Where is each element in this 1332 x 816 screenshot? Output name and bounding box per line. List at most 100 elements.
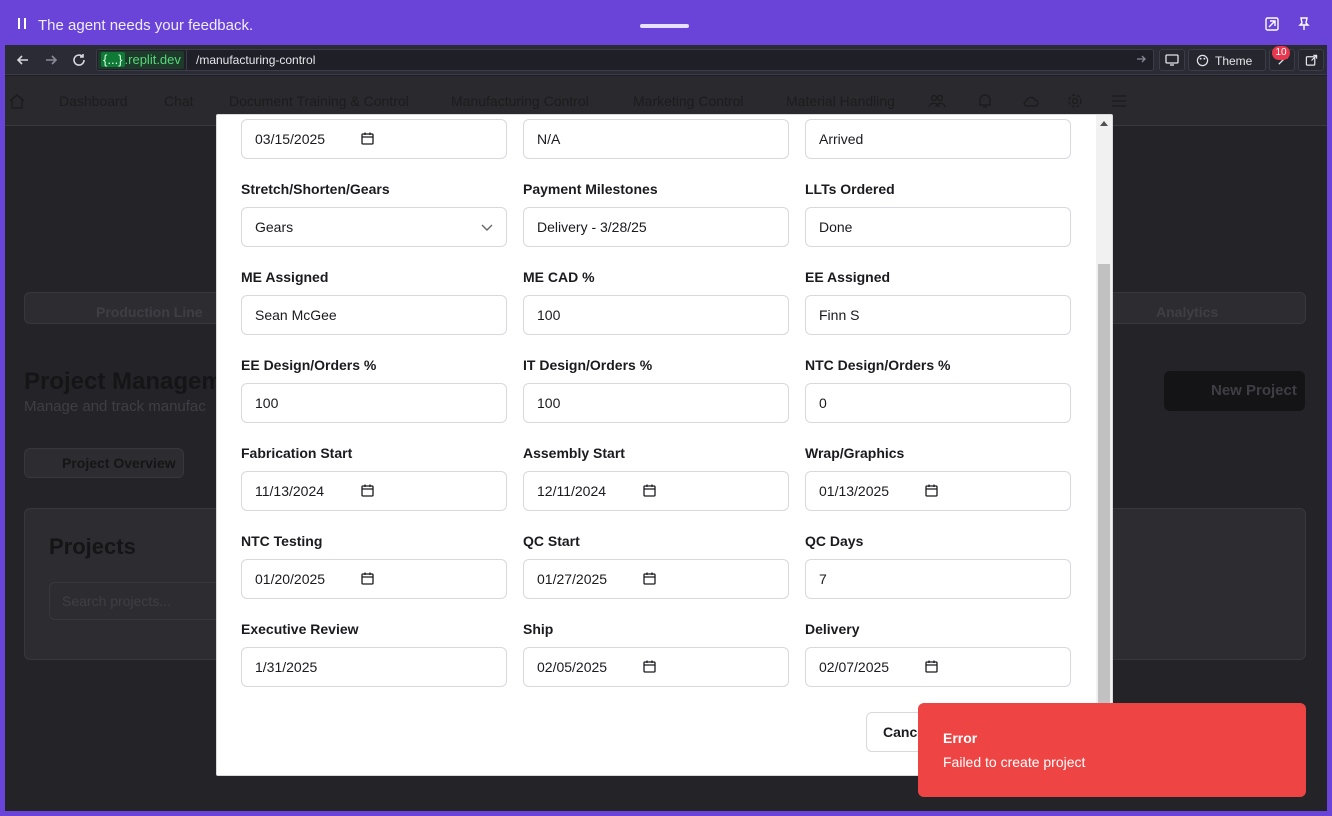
field-value: 03/15/2025 (255, 131, 326, 147)
arrow-right-icon[interactable] (1135, 53, 1147, 65)
subtab-project-overview[interactable]: Project Overview (62, 455, 176, 471)
field-value: 01/20/2025 (255, 571, 326, 587)
drag-handle[interactable] (640, 24, 689, 28)
field-value: 100 (255, 395, 279, 411)
theme-label: Theme (1215, 54, 1253, 68)
search-placeholder: Search projects... (62, 593, 171, 609)
nav-material-handling[interactable]: Material Handling (786, 93, 895, 109)
ship-date[interactable]: 02/05/2025 (523, 647, 789, 687)
calendar-icon[interactable] (925, 660, 938, 673)
label-ntc-design-orders: NTC Design/Orders % (805, 357, 951, 373)
me-assigned-input[interactable]: Sean McGee (241, 295, 507, 335)
field-value: Done (819, 219, 853, 235)
qc-days-input[interactable]: 7 (805, 559, 1071, 599)
nav-dashboard[interactable]: Dashboard (59, 93, 128, 109)
label-assembly-start: Assembly Start (523, 445, 625, 461)
url-host-braces: {...} (101, 52, 125, 67)
error-toast[interactable]: Error Failed to create project (918, 703, 1306, 797)
devices-button[interactable] (1159, 49, 1185, 71)
ee-design-orders-input[interactable]: 100 (241, 383, 507, 423)
pin-icon[interactable] (1296, 16, 1312, 32)
field-value: 01/13/2025 (819, 483, 890, 499)
ee-assigned-input[interactable]: Finn S (805, 295, 1071, 335)
url-host: {...} .replit.dev (98, 51, 184, 69)
text-field-top-3[interactable]: Arrived (805, 119, 1071, 159)
field-value: 02/07/2025 (819, 659, 890, 675)
open-new-tab-button[interactable] (1298, 49, 1324, 71)
agent-feedback-bar: The agent needs your feedback. (0, 0, 1332, 45)
label-executive-review: Executive Review (241, 621, 359, 637)
cloud-icon[interactable] (1022, 92, 1040, 110)
field-value: 11/13/2024 (255, 483, 325, 499)
payment-milestones-input[interactable]: Delivery - 3/28/25 (523, 207, 789, 247)
llts-ordered-input[interactable]: Done (805, 207, 1071, 247)
calendar-icon[interactable] (361, 484, 374, 497)
ntc-testing-date[interactable]: 01/20/2025 (241, 559, 507, 599)
ntc-design-orders-input[interactable]: 0 (805, 383, 1071, 423)
label-it-design-orders: IT Design/Orders % (523, 357, 653, 373)
label-wrap-graphics: Wrap/Graphics (805, 445, 905, 461)
delivery-date[interactable]: 02/07/2025 (805, 647, 1071, 687)
new-project-button[interactable]: New Project (1164, 371, 1305, 411)
pause-icon[interactable] (18, 18, 26, 29)
date-field-top-1[interactable]: 03/15/2025 (241, 119, 507, 159)
home-icon[interactable] (8, 92, 26, 110)
field-value: 7 (819, 571, 827, 587)
collapse-icon[interactable] (1264, 16, 1280, 32)
users-icon[interactable] (928, 92, 946, 110)
label-qc-start: QC Start (523, 533, 580, 549)
fabrication-start-date[interactable]: 11/13/2024 (241, 471, 507, 511)
monitor-icon (1165, 54, 1179, 66)
calendar-icon[interactable] (361, 132, 374, 145)
wrap-graphics-date[interactable]: 01/13/2025 (805, 471, 1071, 511)
assembly-start-date[interactable]: 12/11/2024 (523, 471, 789, 511)
menu-icon[interactable] (1110, 92, 1128, 110)
it-design-orders-input[interactable]: 100 (523, 383, 789, 423)
field-value: Delivery - 3/28/25 (537, 219, 647, 235)
field-value: N/A (537, 131, 561, 147)
scrollbar-thumb[interactable] (1098, 264, 1110, 704)
feedback-message: The agent needs your feedback. (38, 17, 254, 34)
scroll-up-icon[interactable] (1100, 121, 1108, 126)
field-value: Arrived (819, 131, 864, 147)
nav-manufacturing-control[interactable]: Manufacturing Control (451, 93, 589, 109)
calendar-icon[interactable] (361, 572, 374, 585)
label-stretch-shorten-gears: Stretch/Shorten/Gears (241, 181, 390, 197)
field-value: 12/11/2024 (537, 483, 607, 499)
tab-production-line[interactable]: Production Line (96, 304, 203, 320)
calendar-icon[interactable] (643, 660, 656, 673)
toast-title: Error (943, 730, 978, 746)
nav-document-training[interactable]: Document Training & Control (229, 93, 409, 109)
me-cad-input[interactable]: 100 (523, 295, 789, 335)
executive-review-input[interactable]: 1/31/2025 (241, 647, 507, 687)
field-value: 100 (537, 395, 561, 411)
field-value: 02/05/2025 (537, 659, 608, 675)
label-me-assigned: ME Assigned (241, 269, 329, 285)
reload-icon[interactable] (71, 52, 87, 68)
nav-chat[interactable]: Chat (164, 93, 194, 109)
back-icon[interactable] (15, 52, 31, 68)
tab-analytics[interactable]: Analytics (1156, 304, 1218, 320)
dialog-scrollbar[interactable] (1096, 115, 1112, 775)
forward-icon[interactable] (43, 52, 59, 68)
url-path: /manufacturing-control (196, 53, 316, 67)
gear-icon[interactable] (1066, 92, 1084, 110)
new-project-dialog: 03/15/2025 N/A Arrived Stretch/Shorten/G… (216, 114, 1113, 776)
notification-badge: 10 (1272, 46, 1290, 60)
nav-marketing-control[interactable]: Marketing Control (633, 93, 744, 109)
label-ee-assigned: EE Assigned (805, 269, 891, 285)
field-value: 01/27/2025 (537, 571, 608, 587)
projects-title: Projects (49, 534, 136, 559)
calendar-icon[interactable] (643, 484, 656, 497)
calendar-icon[interactable] (925, 484, 938, 497)
text-field-top-2[interactable]: N/A (523, 119, 789, 159)
theme-button[interactable]: Theme (1188, 49, 1266, 71)
bell-icon[interactable] (976, 92, 994, 110)
calendar-icon[interactable] (643, 572, 656, 585)
chevron-down-icon (481, 224, 493, 231)
stretch-shorten-gears-select[interactable]: Gears (241, 207, 507, 247)
url-separator (186, 50, 187, 70)
field-value: 0 (819, 395, 827, 411)
url-field[interactable]: {...} .replit.dev /manufacturing-control (96, 49, 1154, 71)
qc-start-date[interactable]: 01/27/2025 (523, 559, 789, 599)
